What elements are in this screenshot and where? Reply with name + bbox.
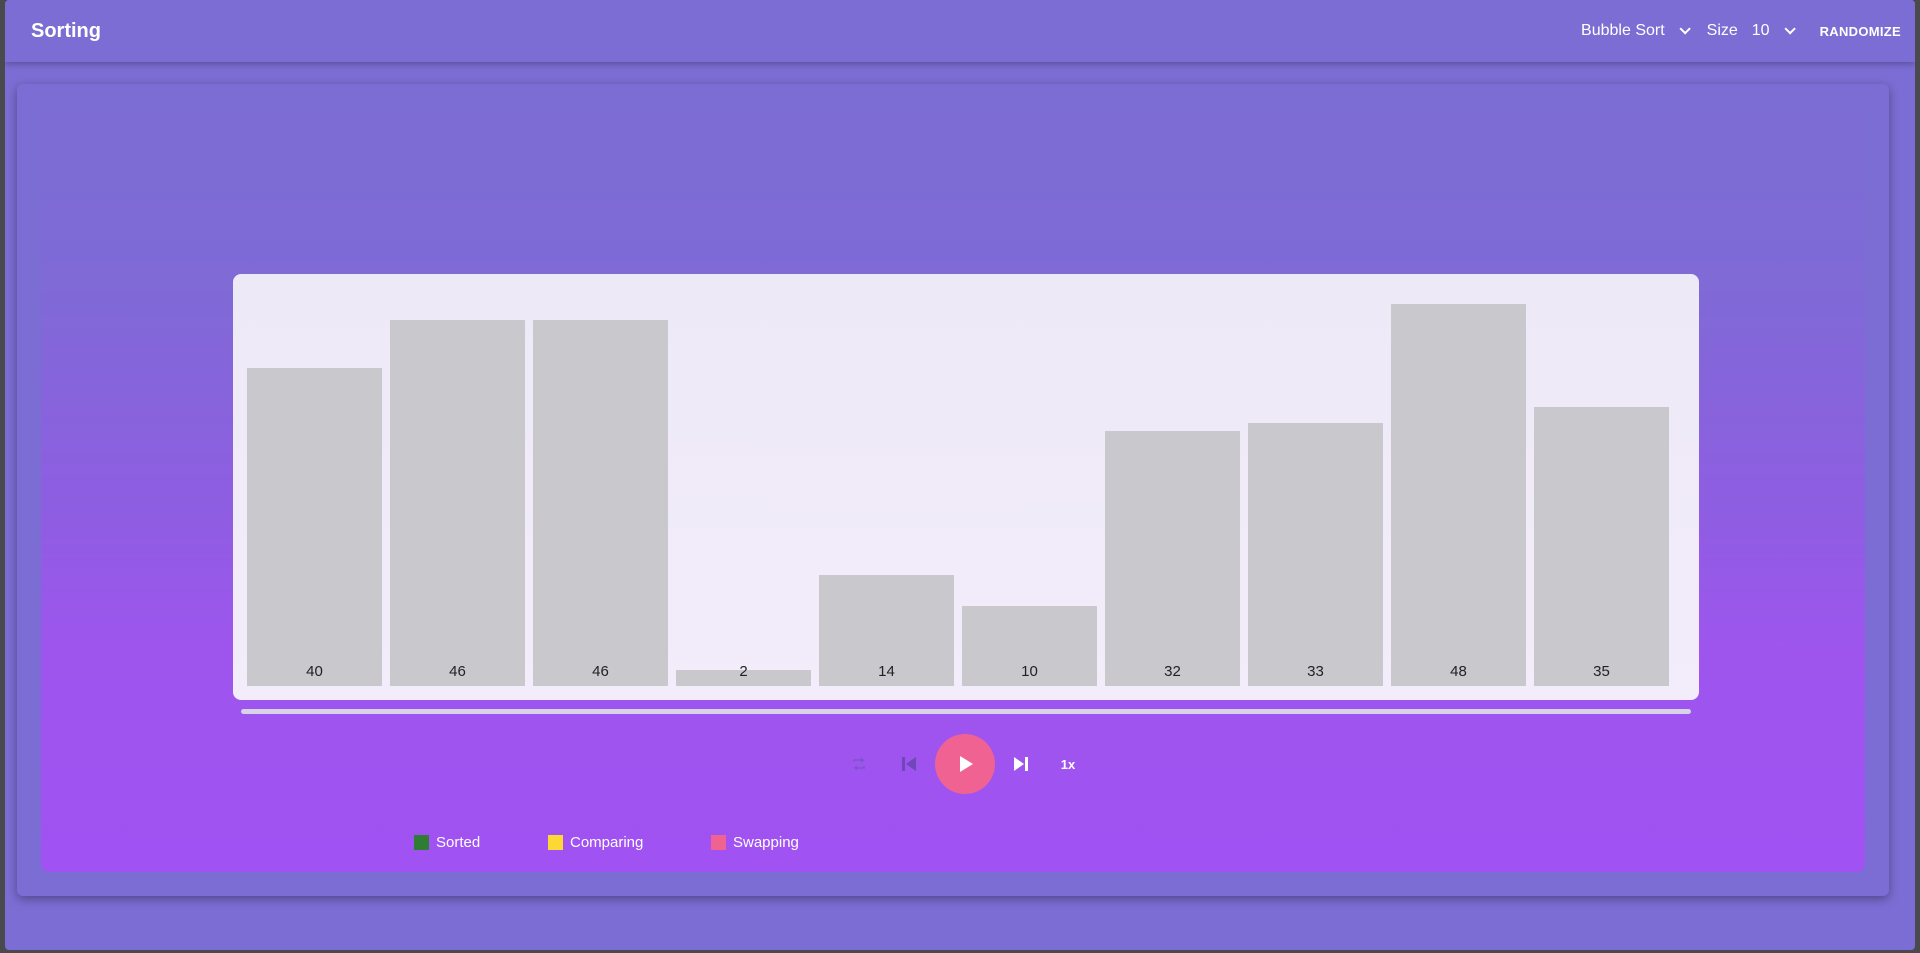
legend-swatch — [414, 835, 429, 850]
bar-value-label: 46 — [592, 663, 609, 680]
bar-value-label: 46 — [449, 663, 466, 680]
skip-previous-icon — [902, 757, 916, 771]
visualizer-card: 40 46 46 2 14 10 32 33 48 35 1x Sorted C… — [17, 84, 1889, 896]
play-button[interactable] — [935, 734, 995, 794]
bar-chart: 40 46 46 2 14 10 32 33 48 35 — [233, 274, 1699, 700]
bar-value-label: 33 — [1307, 663, 1324, 680]
legend-label: Swapping — [733, 834, 799, 851]
size-select-value: 10 — [1751, 22, 1770, 39]
legend-item-sorted: Sorted — [414, 834, 480, 851]
algorithm-select-value: Bubble Sort — [1581, 22, 1665, 39]
repeat-button[interactable] — [847, 752, 871, 776]
speed-button[interactable]: 1x — [1053, 752, 1083, 776]
bar — [533, 319, 668, 686]
repeat-icon — [853, 757, 865, 771]
algorithm-select[interactable]: Bubble Sort — [1581, 22, 1691, 40]
bar-value-label: 35 — [1593, 663, 1610, 680]
legend: Sorted Comparing Swapping — [41, 834, 1865, 858]
bar — [390, 319, 525, 686]
visualizer-panel: 40 46 46 2 14 10 32 33 48 35 1x Sorted C… — [41, 84, 1865, 872]
app-window: Sorting Bubble Sort Size 10 RANDOMIZE 40… — [5, 0, 1915, 950]
randomize-button[interactable]: RANDOMIZE — [1820, 24, 1901, 39]
bar-value-label: 32 — [1164, 663, 1181, 680]
bar — [247, 367, 382, 686]
chevron-down-icon — [1679, 23, 1691, 35]
bar — [1534, 407, 1669, 686]
legend-label: Comparing — [570, 834, 644, 851]
step-back-button[interactable] — [895, 750, 923, 778]
legend-item-swapping: Swapping — [711, 834, 799, 851]
progress-track[interactable] — [241, 709, 1691, 714]
chevron-down-icon — [1784, 23, 1796, 35]
legend-item-comparing: Comparing — [548, 834, 643, 851]
bar-value-label: 48 — [1450, 663, 1467, 680]
toolbar: Bubble Sort Size 10 RANDOMIZE — [1581, 0, 1901, 62]
size-select[interactable]: 10 — [1751, 22, 1796, 40]
app-title: Sorting — [31, 20, 101, 42]
play-icon — [960, 756, 973, 772]
app-bar: Sorting Bubble Sort Size 10 RANDOMIZE — [5, 0, 1915, 62]
bar-value-label: 2 — [739, 663, 748, 680]
size-label: Size — [1706, 22, 1738, 39]
bar — [1391, 303, 1526, 686]
bar — [1248, 423, 1383, 686]
bar-value-label: 10 — [1021, 663, 1038, 680]
legend-swatch — [548, 835, 563, 850]
legend-swatch — [711, 835, 726, 850]
step-forward-button[interactable] — [1007, 750, 1035, 778]
bar-value-label: 40 — [306, 663, 323, 680]
playback-controls: 1x — [41, 734, 1865, 794]
legend-label: Sorted — [436, 834, 481, 851]
bar-value-label: 14 — [878, 663, 895, 680]
bar — [1105, 431, 1240, 686]
skip-next-icon — [1014, 757, 1028, 771]
